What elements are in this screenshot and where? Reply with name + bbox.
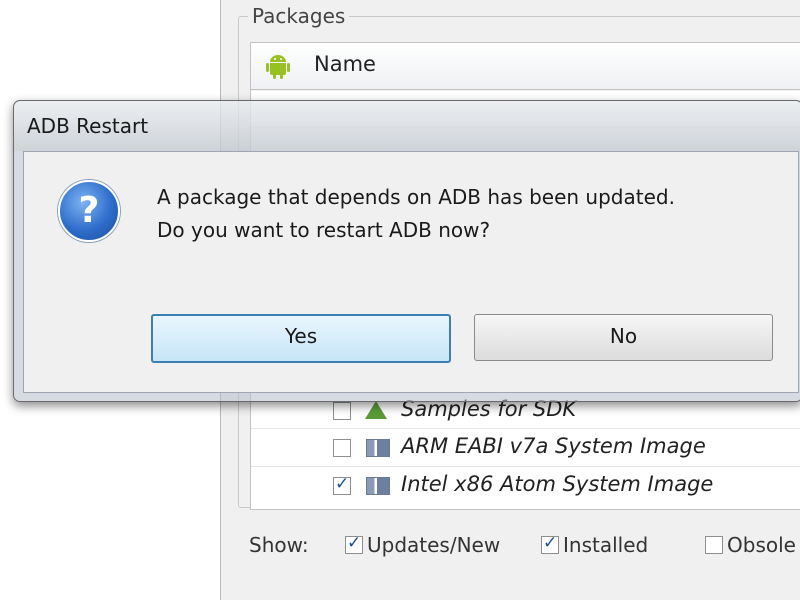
dialog-titlebar[interactable]: ADB Restart <box>14 101 800 151</box>
show-obsolete-checkbox[interactable]: Obsole <box>705 533 796 557</box>
show-option-label: Obsole <box>727 533 796 557</box>
row-checkbox[interactable] <box>333 439 351 457</box>
show-updates-checkbox[interactable]: Updates/New <box>345 533 500 557</box>
row-label: ARM EABI v7a System Image <box>401 434 706 458</box>
dialog-title: ADB Restart <box>27 114 149 138</box>
show-option-label: Updates/New <box>367 533 501 557</box>
column-header-name[interactable]: Name <box>314 52 376 76</box>
flask-icon <box>365 401 387 419</box>
android-icon <box>266 55 290 79</box>
question-icon: ? <box>58 180 120 242</box>
checkbox[interactable] <box>705 535 723 554</box>
table-row[interactable]: ARM EABI v7a System Image <box>251 428 800 466</box>
dialog-message-line1: A package that depends on ADB has been u… <box>157 185 675 209</box>
yes-button[interactable]: Yes <box>151 314 451 363</box>
show-label: Show: <box>249 533 309 557</box>
system-image-icon <box>366 439 390 457</box>
row-label: Intel x86 Atom System Image <box>401 472 714 496</box>
no-button[interactable]: No <box>474 314 773 361</box>
system-image-icon <box>366 477 390 495</box>
row-checkbox[interactable] <box>333 474 351 495</box>
table-row[interactable]: Intel x86 Atom System Image <box>251 466 800 504</box>
checkbox[interactable] <box>541 533 559 554</box>
checkbox[interactable] <box>345 533 363 554</box>
dialog-message-line2: Do you want to restart ADB now? <box>157 218 491 242</box>
row-checkbox[interactable] <box>333 402 351 420</box>
show-installed-checkbox[interactable]: Installed <box>541 533 648 557</box>
show-option-label: Installed <box>563 533 649 557</box>
packages-group-title: Packages <box>248 4 350 28</box>
